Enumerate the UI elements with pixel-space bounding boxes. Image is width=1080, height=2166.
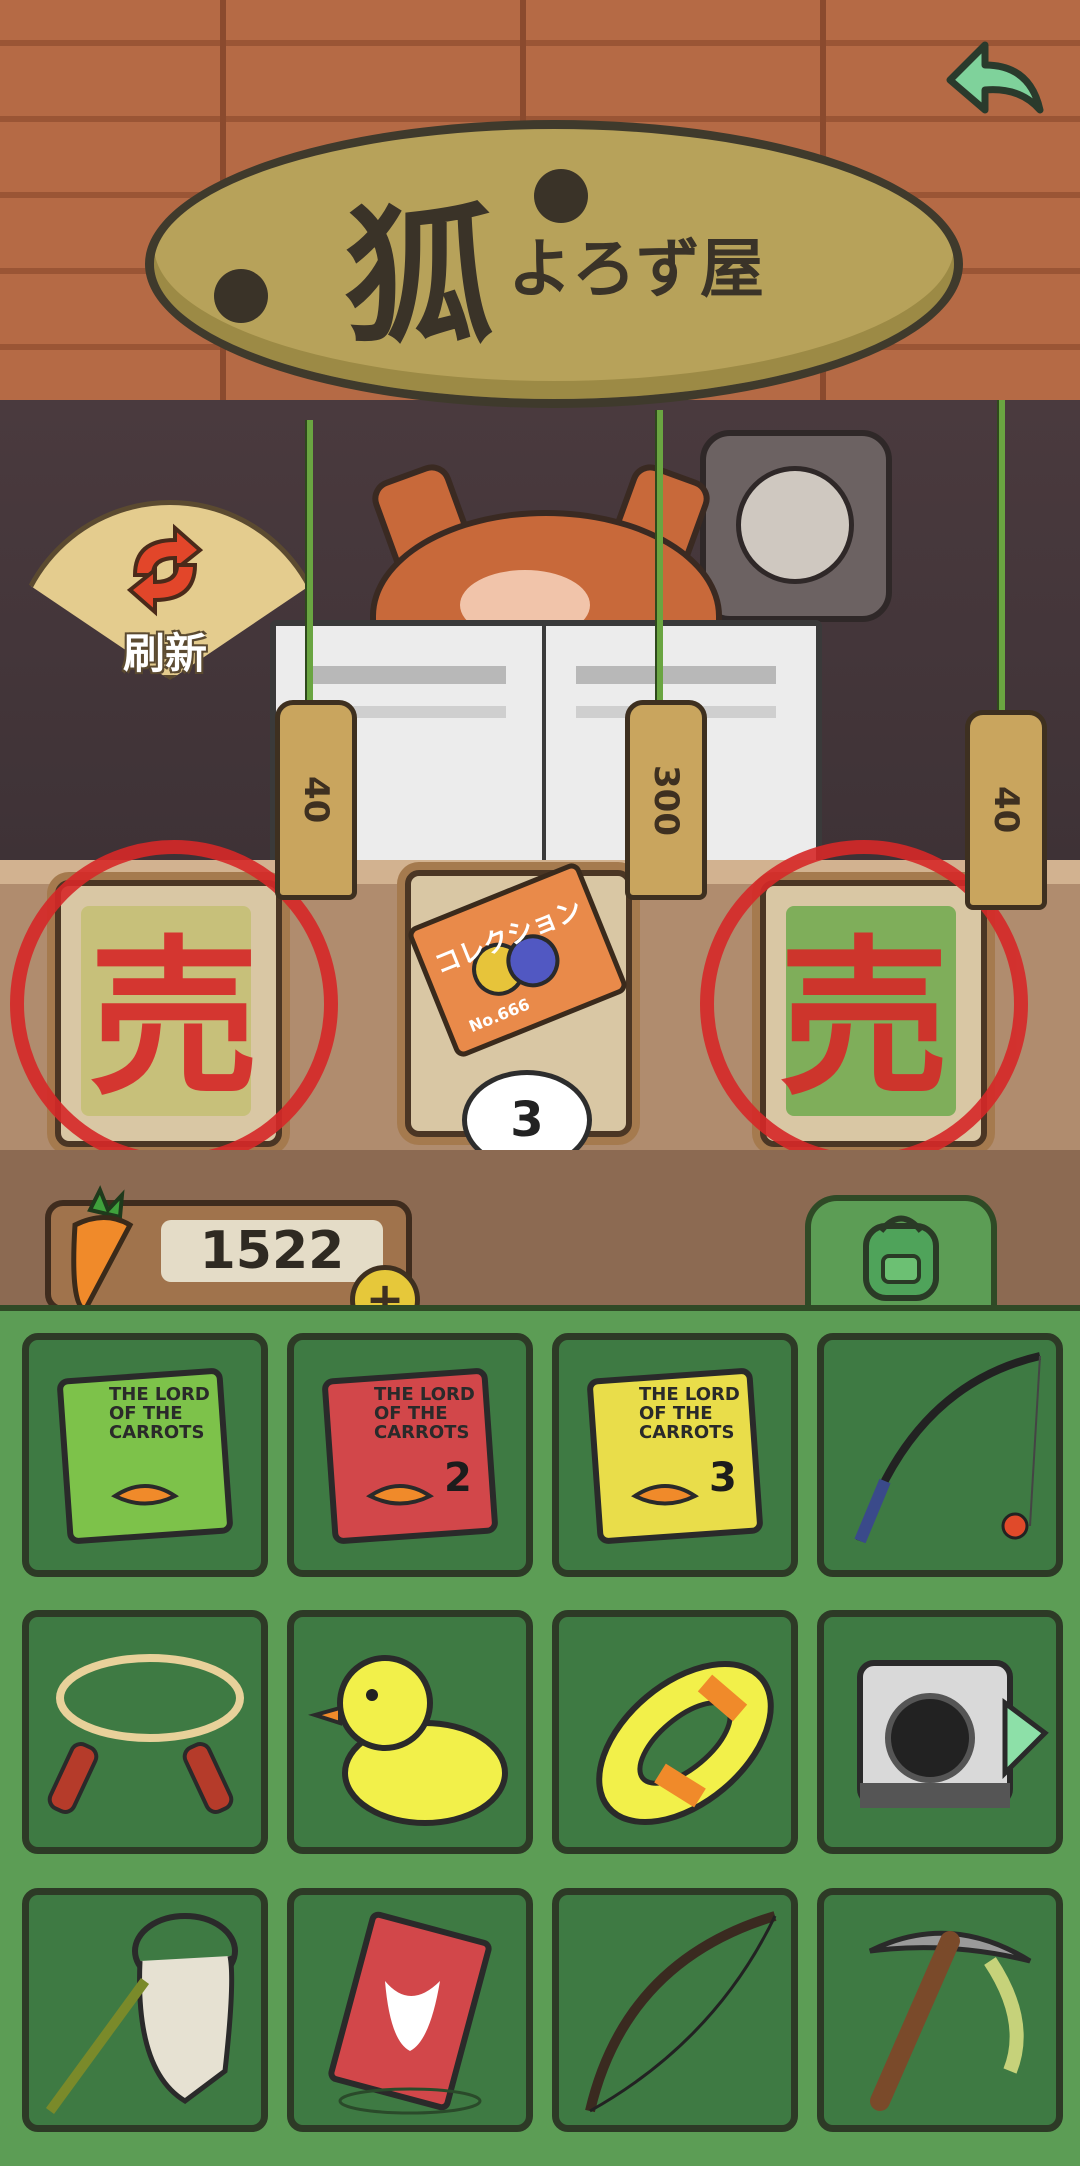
bow-icon [585, 1911, 777, 2113]
carrot-count: 1522 [199, 1221, 345, 1281]
inventory-slot[interactable] [552, 1888, 798, 2132]
pickaxe-icon [868, 1930, 1032, 2111]
inventory-slot[interactable] [22, 1888, 268, 2132]
inventory-slot[interactable] [817, 1888, 1063, 2132]
inventory-slot[interactable]: THE LORD OF THE CARROTS 3 [552, 1333, 798, 1577]
back-button[interactable] [930, 25, 1050, 125]
inventory-slot[interactable] [817, 1333, 1063, 1577]
book-yellow-icon [587, 1368, 763, 1544]
inventory-slot[interactable]: THE LORD OF THE CARROTS [22, 1333, 268, 1577]
refresh-arrows-icon [126, 523, 204, 617]
price-tag: 40 [275, 700, 357, 900]
refresh-label: 刷新 [122, 629, 207, 678]
book-volume: 3 [709, 1455, 737, 1501]
price-value: 40 [986, 786, 1026, 834]
bug-net-icon [45, 1913, 238, 2114]
inventory-slot[interactable] [22, 1610, 268, 1854]
shop-sign-title: 狐 [343, 190, 498, 365]
tag-string [305, 420, 313, 710]
shop-sign-subtitle: よろず屋 [508, 233, 764, 307]
book-title: THE LORD OF THE CARROTS [639, 1384, 740, 1443]
book-red-icon [322, 1368, 498, 1544]
camera-icon [857, 1660, 1049, 1808]
inventory-slot[interactable] [817, 1610, 1063, 1854]
book-green-icon [57, 1368, 233, 1544]
kite-icon [328, 1911, 492, 2115]
refresh-button[interactable]: 刷新 [10, 500, 330, 720]
jump-rope-icon [47, 1654, 244, 1814]
book-title: THE LORD OF THE CARROTS [374, 1384, 475, 1443]
book-volume: 2 [444, 1455, 472, 1501]
rubber-duck-icon [308, 1655, 508, 1826]
carrot-icon [60, 1185, 145, 1315]
fishing-rod-icon [854, 1352, 1041, 1544]
price-value: 40 [296, 776, 336, 824]
tag-string [997, 400, 1005, 720]
book-title: THE LORD OF THE CARROTS [109, 1384, 210, 1443]
price-value: 300 [646, 764, 686, 836]
backpack-icon [863, 1215, 939, 1301]
inventory-slot[interactable] [287, 1888, 533, 2132]
back-arrow-icon [946, 41, 1044, 114]
shop-sign: 狐 よろず屋 [145, 120, 963, 408]
tag-string [655, 410, 663, 710]
coupon-number: No.666 [466, 994, 533, 1037]
price-tag: 300 [625, 700, 707, 900]
backpack-tab[interactable] [805, 1195, 997, 1316]
price-tag: 40 [965, 710, 1047, 910]
inventory-slot[interactable] [287, 1610, 533, 1854]
inventory-slot[interactable]: THE LORD OF THE CARROTS 2 [287, 1333, 533, 1577]
inventory-slot[interactable] [552, 1610, 798, 1854]
swim-ring-icon [596, 1660, 774, 1826]
